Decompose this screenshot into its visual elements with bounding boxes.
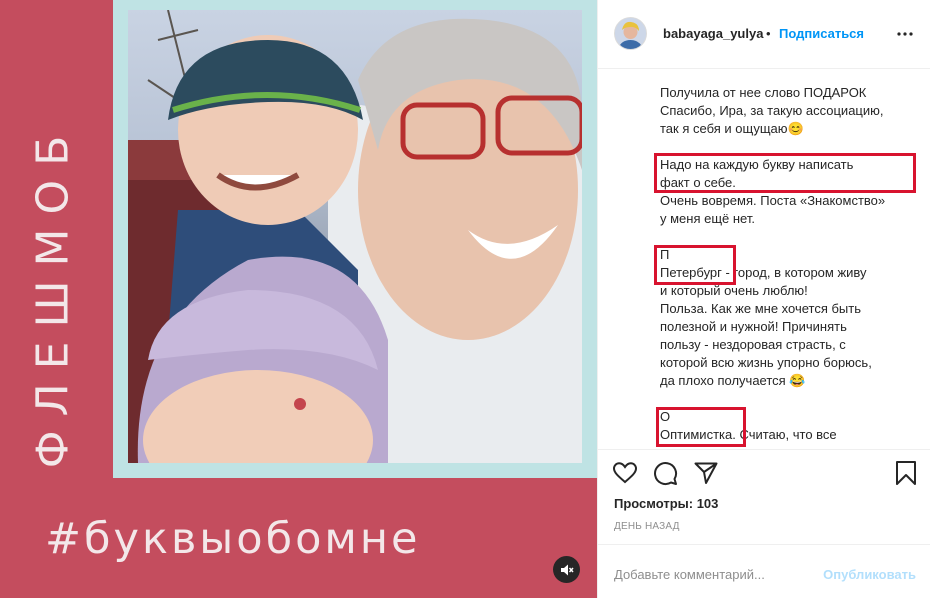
caption-line: Получила от нее слово ПОДАРОК [660, 85, 867, 100]
vertical-title: ФЛЕШМОБ [27, 121, 79, 469]
more-options-button[interactable] [893, 22, 917, 46]
caption-line: Спасибо, Ира, за такую ассоциацию, [660, 103, 884, 118]
speaker-muted-icon [560, 564, 574, 575]
comment-icon[interactable] [652, 460, 678, 486]
publish-button[interactable]: Опубликовать [823, 567, 916, 582]
caption-line: Очень вовремя. Поста «Знакомство» [660, 193, 886, 208]
views-count[interactable]: Просмотры: 103 [614, 496, 718, 511]
highlight-box [654, 245, 736, 285]
mute-button[interactable] [553, 556, 580, 583]
post-timestamp[interactable]: ДЕНЬ НАЗАД [614, 521, 680, 532]
more-dots-icon [897, 32, 913, 36]
caption-line: которой всю жизнь упорно борюсь, [660, 355, 872, 370]
username-link[interactable]: babayaga_yulya [663, 26, 763, 41]
separator-dot: • [766, 26, 771, 41]
bookmark-save-icon[interactable] [893, 460, 919, 486]
caption-line: да плохо получается 😂 [660, 373, 806, 388]
caption-line: так я себя и ощущаю😊 [660, 121, 804, 136]
action-bar [598, 449, 930, 498]
caption-line: Польза. Как же мне хочется быть [660, 301, 862, 316]
comment-bar: Добавьте комментарий... Опубликовать [598, 544, 930, 599]
avatar[interactable] [615, 18, 646, 49]
caption-line: у меня ещё нет. [660, 211, 755, 226]
post-header: babayaga_yulya • Подписаться [598, 0, 930, 69]
highlight-box [654, 153, 916, 193]
hashtag-text: #буквыобомне [45, 514, 421, 564]
post-media[interactable]: ФЛЕШМОБ #буквыобомне [0, 0, 597, 598]
post-sidebar: babayaga_yulya • Подписаться Получила от… [597, 0, 930, 598]
highlight-box [656, 407, 746, 447]
photo-frame [113, 0, 597, 478]
share-send-icon[interactable] [693, 460, 719, 486]
caption-line: полезной и нужной! Причинять [660, 319, 847, 334]
selfie-photo [128, 10, 582, 463]
follow-button[interactable]: Подписаться [779, 26, 864, 41]
caption-line: пользу - нездоровая страсть, с [660, 337, 846, 352]
like-heart-icon[interactable] [612, 460, 638, 486]
comment-input[interactable]: Добавьте комментарий... [614, 567, 765, 582]
